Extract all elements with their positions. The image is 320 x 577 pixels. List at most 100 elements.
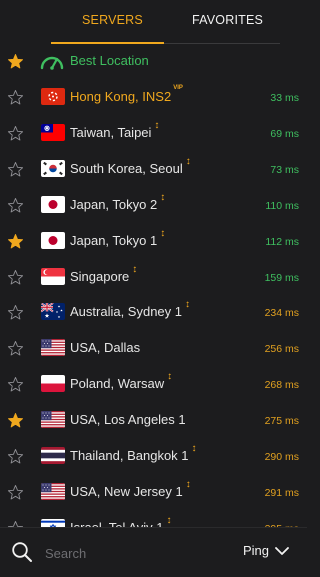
best-location-row[interactable]: Best Location (0, 44, 307, 80)
server-row[interactable]: Hong Kong, INS2VIP 33 ms (0, 80, 307, 116)
tab-servers[interactable]: SERVERS (82, 13, 143, 27)
server-badge: ↕ (160, 191, 166, 203)
kr-flag-icon (41, 159, 65, 177)
jp-flag-icon (41, 195, 65, 213)
server-row[interactable]: South Korea, Seoul ↕ 73 ms (0, 152, 307, 188)
server-name-text: Thailand, Bangkok 1 (70, 448, 189, 463)
server-name: Poland, Warsaw ↕ (70, 371, 172, 392)
favorite-star-icon[interactable] (7, 125, 24, 142)
tab-favorites[interactable]: FAVORITES (192, 13, 263, 27)
favorite-star-icon[interactable] (7, 412, 24, 429)
jp-flag-icon (41, 231, 65, 249)
server-ping: 159 ms (264, 271, 299, 284)
server-name: Israel, Tel Aviv 1↕ (70, 515, 171, 527)
favorite-star-icon[interactable] (7, 448, 24, 465)
favorite-star-icon[interactable] (7, 197, 24, 214)
server-name: Australia, Sydney 1 ↕ (70, 299, 190, 320)
server-name-text: Poland, Warsaw (70, 376, 165, 392)
server-row[interactable]: Taiwan, Taipei ↕ 69 ms (0, 116, 307, 152)
server-badge: ↕ (185, 155, 191, 167)
tab-bar: SERVERS FAVORITES (0, 0, 307, 44)
search-input[interactable] (43, 540, 227, 566)
server-name-text: USA, Dallas (70, 340, 141, 356)
server-ping: 275 ms (264, 415, 299, 428)
bottom-bar: Ping (0, 527, 307, 577)
server-ping: 234 ms (264, 307, 299, 320)
server-row[interactable]: Poland, Warsaw ↕ 268 ms (0, 367, 307, 403)
speed-gauge-icon (40, 56, 64, 70)
server-name: USA, New Jersey 1 ↕ (70, 479, 191, 499)
us-flag-icon (41, 482, 65, 500)
server-badge: ↕ (166, 514, 172, 526)
server-name: Japan, Tokyo 2 ↕ (70, 192, 165, 212)
server-ping: 256 ms (264, 343, 299, 356)
favorite-star-icon[interactable] (7, 340, 24, 357)
server-name-text: Hong Kong, INS2 (70, 89, 172, 104)
pl-flag-icon (41, 375, 65, 393)
server-ping: 69 ms (270, 127, 299, 140)
server-row[interactable]: Israel, Tel Aviv 1↕295 ms (0, 511, 307, 527)
au-flag-icon (41, 303, 65, 321)
us-flag-icon (41, 411, 65, 429)
server-badge: ↕ (132, 263, 138, 275)
server-badge: ↕ (160, 227, 166, 239)
favorite-star-icon[interactable] (7, 484, 24, 501)
server-row[interactable]: USA, Dallas 256 ms (0, 331, 307, 367)
chevron-down-icon[interactable] (275, 546, 289, 556)
server-row[interactable]: USA, Los Angeles 1 275 ms (0, 403, 307, 439)
search-icon (12, 542, 32, 562)
server-name-text: Japan, Tokyo 1 (70, 232, 158, 248)
server-row[interactable]: Japan, Tokyo 1 ↕ 112 ms (0, 224, 307, 260)
server-name: South Korea, Seoul ↕ (70, 156, 191, 176)
server-badge: ↕ (185, 299, 191, 311)
server-row[interactable]: Japan, Tokyo 2 ↕ 110 ms (0, 188, 307, 224)
server-badge: ↕ (191, 443, 197, 454)
favorite-star-icon[interactable] (7, 233, 24, 250)
server-name-text: South Korea, Seoul (70, 160, 183, 176)
server-ping: 33 ms (270, 92, 299, 104)
server-name: USA, Los Angeles 1 (70, 412, 186, 427)
server-ping: 290 ms (264, 451, 299, 463)
favorite-star-icon[interactable] (7, 269, 24, 286)
server-ping: 268 ms (264, 379, 299, 392)
server-ping: 291 ms (264, 486, 299, 499)
us-flag-icon (41, 339, 65, 357)
server-name: Thailand, Bangkok 1 ↕ (70, 443, 197, 463)
il-flag-icon (41, 518, 65, 527)
server-row[interactable]: Thailand, Bangkok 1 ↕ 290 ms (0, 439, 307, 475)
server-ping: 110 ms (265, 199, 299, 212)
server-ping: 73 ms (270, 163, 299, 176)
server-list[interactable]: Best Location Hong Kong, INS2VIP 33 ms Tai… (0, 44, 307, 527)
tw-flag-icon (41, 123, 65, 141)
server-name-text: Japan, Tokyo 2 (70, 196, 158, 212)
th-flag-icon (41, 447, 65, 464)
server-badge: ↕ (167, 371, 173, 383)
favorite-star-icon[interactable] (7, 520, 24, 527)
server-name: Hong Kong, INS2VIP (70, 85, 183, 104)
sg-flag-icon (41, 267, 65, 285)
server-ping: 112 ms (265, 235, 299, 248)
favorite-star-icon[interactable] (7, 53, 24, 70)
server-name-text: Israel, Tel Aviv 1 (70, 520, 163, 527)
server-name: Taiwan, Taipei ↕ (70, 120, 159, 140)
favorite-star-icon[interactable] (7, 161, 24, 178)
best-location-label: Best Location (70, 53, 149, 68)
server-badge: VIP (173, 85, 183, 91)
server-name: Singapore ↕ (70, 264, 137, 284)
server-row[interactable]: Singapore ↕ 159 ms (0, 260, 307, 296)
favorite-star-icon[interactable] (7, 376, 24, 393)
server-row[interactable]: Australia, Sydney 1 ↕ 234 ms (0, 295, 307, 331)
server-name-text: Taiwan, Taipei (70, 124, 152, 140)
sort-label[interactable]: Ping (243, 543, 269, 558)
server-badge: ↕ (185, 478, 191, 490)
server-badge: ↕ (154, 119, 160, 131)
favorite-star-icon[interactable] (7, 89, 24, 106)
server-name-text: Singapore (70, 268, 130, 284)
server-row[interactable]: USA, New Jersey 1 ↕ 291 ms (0, 475, 307, 511)
server-name: USA, Dallas (70, 340, 140, 355)
server-name-text: Australia, Sydney 1 (70, 304, 183, 320)
server-name-text: USA, Los Angeles 1 (70, 412, 186, 428)
server-name-text: USA, New Jersey 1 (70, 483, 183, 499)
favorite-star-icon[interactable] (7, 304, 24, 321)
server-name: Japan, Tokyo 1 ↕ (70, 228, 165, 248)
